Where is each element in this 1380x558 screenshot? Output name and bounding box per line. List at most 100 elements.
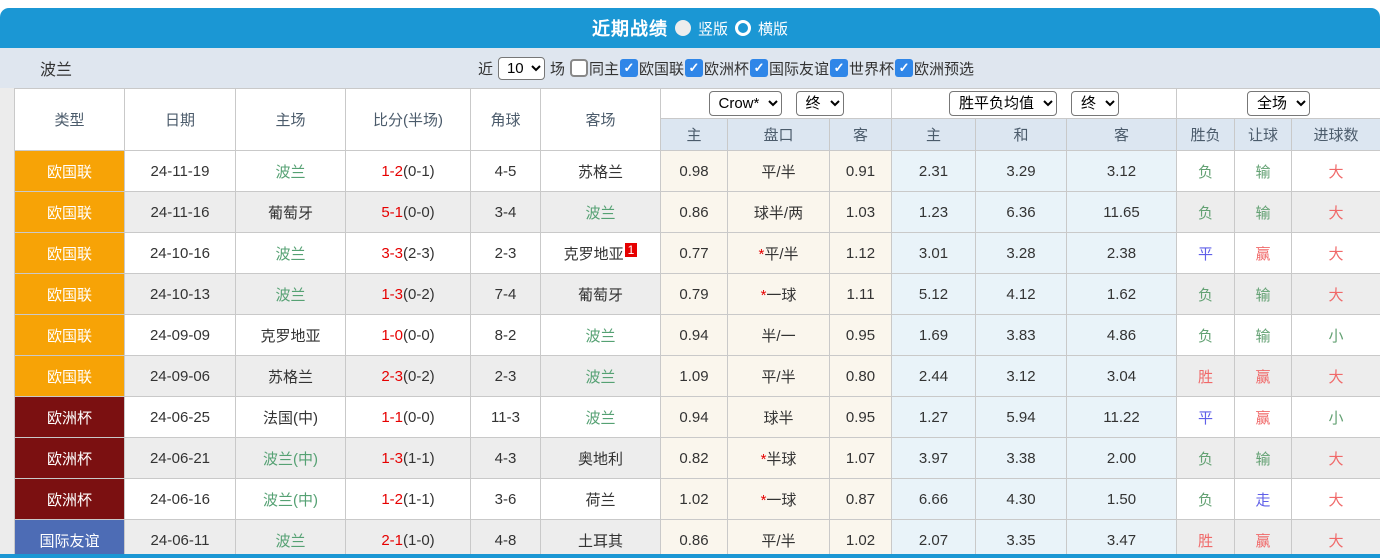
cell-handicap-line: 球半/两 [727,191,830,233]
checkbox-label: 世界杯 [849,60,895,78]
away-team-name: 克罗地亚 [563,245,624,263]
cell-avg-away: 4.86 [1066,314,1178,356]
avg-state-select[interactable]: 终 [1071,91,1120,116]
checkbox-checked-icon[interactable]: ✓ [619,59,638,77]
checkbox-checked-icon[interactable]: ✓ [750,59,769,77]
cell-avg-away: 2.38 [1066,232,1178,274]
header-type: 类型 [14,88,125,151]
filter-checkbox[interactable]: ✓ 欧国联 [619,58,684,79]
cell-date: 24-06-25 [124,396,236,438]
checkbox-label: 国际友谊 [769,60,830,78]
cell-competition-type: 欧国联 [14,355,125,397]
table-row: 国际友谊 24-06-11 波兰 2-1(1-0) 4-8 土耳其 0.86 平/半 1.02 2… [14,519,1380,558]
filter-controls: 近 10 场 同主 ✓ 欧国联 ✓ 欧洲杯 ✓ 国际友谊 ✓ 世界杯 ✓ 欧洲预选 [478,56,974,80]
cell-handicap-line: *半球 [727,437,830,479]
cell-competition-type: 欧国联 [14,273,125,315]
handicap-text: 平/半 [761,368,796,386]
checkbox-checked-icon[interactable]: ✓ [830,59,849,77]
header-odds-home: 主 [660,118,728,151]
cell-score: 3-3(2-3) [345,232,471,274]
cell-avg-draw: 3.83 [975,314,1068,356]
cell-avg-home: 2.31 [891,150,977,192]
away-team-name: 葡萄牙 [577,286,623,304]
handicap-text: 平/半 [761,163,796,181]
cell-avg-draw: 3.12 [975,355,1068,397]
recent-count-select[interactable]: 10 [497,56,545,80]
cell-avg-away: 3.12 [1066,150,1178,192]
cell-handicap-odds-home: 1.02 [660,478,728,520]
away-team-name: 奥地利 [577,450,623,468]
cell-result-handicap: 赢 [1234,232,1293,274]
cell-date: 24-09-06 [124,355,236,397]
cell-competition-type: 欧洲杯 [14,396,125,438]
cell-handicap-line: 平/半 [727,519,830,558]
cell-result-wdl: 负 [1176,273,1236,315]
cell-score: 1-3(0-2) [345,273,471,315]
avg-type-select[interactable]: 胜平负均值 [949,91,1058,116]
filter-checkbox[interactable]: ✓ 国际友谊 [750,58,829,79]
cell-handicap-odds-away: 0.91 [828,150,893,192]
cell-result-handicap: 走 [1234,478,1293,520]
cell-away-team: 波兰 [540,314,661,356]
bookmaker-state-select[interactable]: 终 [795,91,844,116]
cell-result-goals: 大 [1291,150,1380,192]
radio-label-horizontal[interactable]: 横版 [758,18,788,39]
table-row: 欧洲杯 24-06-21 波兰(中) 1-3(1-1) 4-3 奥地利 0.82 *半球 1.0… [14,437,1380,479]
cell-handicap-odds-away: 1.03 [828,191,893,233]
cell-corners: 3-6 [470,478,541,520]
table-row: 欧国联 24-09-09 克罗地亚 1-0(0-0) 8-2 波兰 0.94 半/一 0.95 1… [14,314,1380,356]
table-row: 欧国联 24-10-16 波兰 3-3(2-3) 2-3 克罗地亚 1 0.77 *平/半 1.1… [14,232,1380,274]
bookmaker-select[interactable]: Crow* [708,91,782,116]
score-halftime: (1-0) [403,531,435,549]
cell-avg-draw: 4.12 [975,273,1068,315]
table-row: 欧国联 24-10-13 波兰 1-3(0-2) 7-4 葡萄牙 0.79 *一球 1.11 5.… [14,273,1380,315]
cell-handicap-line: 球半 [727,396,830,438]
cell-home-team: 法国(中) [235,396,346,438]
filter-checkbox[interactable]: ✓ 欧洲杯 [685,58,749,79]
filter-checkbox[interactable]: ✓ 世界杯 [830,58,894,79]
cell-corners: 2-3 [470,232,541,274]
cell-competition-type: 欧国联 [14,314,125,356]
cell-result-handicap: 输 [1234,437,1293,479]
cell-date: 24-06-11 [124,519,236,558]
checkbox-checked-icon[interactable]: ✓ [685,59,703,77]
radio-label-vertical[interactable]: 竖版 [698,18,728,39]
cell-corners: 3-4 [470,191,541,233]
score-fulltime: 2-3 [381,367,403,385]
cell-handicap-odds-home: 0.86 [660,519,728,558]
cell-avg-home: 1.27 [891,396,977,438]
cell-score: 5-1(0-0) [345,191,471,233]
cell-date: 24-06-16 [124,478,236,520]
cell-home-team: 波兰 [235,519,346,558]
header-odds-away: 客 [828,118,893,151]
cell-corners: 7-4 [470,273,541,315]
away-team-name: 波兰 [585,204,616,222]
results-table: 类型 日期 主场 比分(半场) 角球 客场 Crow* 终 胜平负均值 终 全场… [14,88,1380,558]
away-team-name: 波兰 [585,368,616,386]
cell-date: 24-11-16 [124,191,236,233]
cell-handicap-odds-home: 0.94 [660,314,728,356]
cell-score: 1-0(0-0) [345,314,471,356]
away-team-name: 波兰 [585,409,616,427]
cell-result-wdl: 胜 [1176,519,1236,558]
cell-result-handicap: 赢 [1234,396,1293,438]
score-halftime: (0-0) [403,203,435,221]
header-date: 日期 [124,88,236,151]
radio-unselected-icon[interactable] [735,20,751,36]
cell-avg-home: 1.23 [891,191,977,233]
cell-competition-type: 欧国联 [14,191,125,233]
cell-handicap-line: 平/半 [727,355,830,397]
cell-avg-home: 3.01 [891,232,977,274]
cell-handicap-odds-home: 0.98 [660,150,728,192]
radio-selected-icon[interactable] [674,20,691,36]
checkbox-checked-icon[interactable]: ✓ [895,59,914,77]
cell-avg-draw: 4.30 [975,478,1068,520]
checkbox-unchecked-icon[interactable] [569,59,588,77]
scope-select[interactable]: 全场 [1247,91,1311,116]
score-fulltime: 1-2 [381,162,403,180]
cell-result-handicap: 输 [1234,150,1293,192]
score-halftime: (0-2) [403,367,435,385]
filter-checkbox[interactable]: 同主 [569,58,619,79]
cell-home-team: 苏格兰 [235,355,346,397]
filter-checkbox[interactable]: ✓ 欧洲预选 [895,58,974,79]
